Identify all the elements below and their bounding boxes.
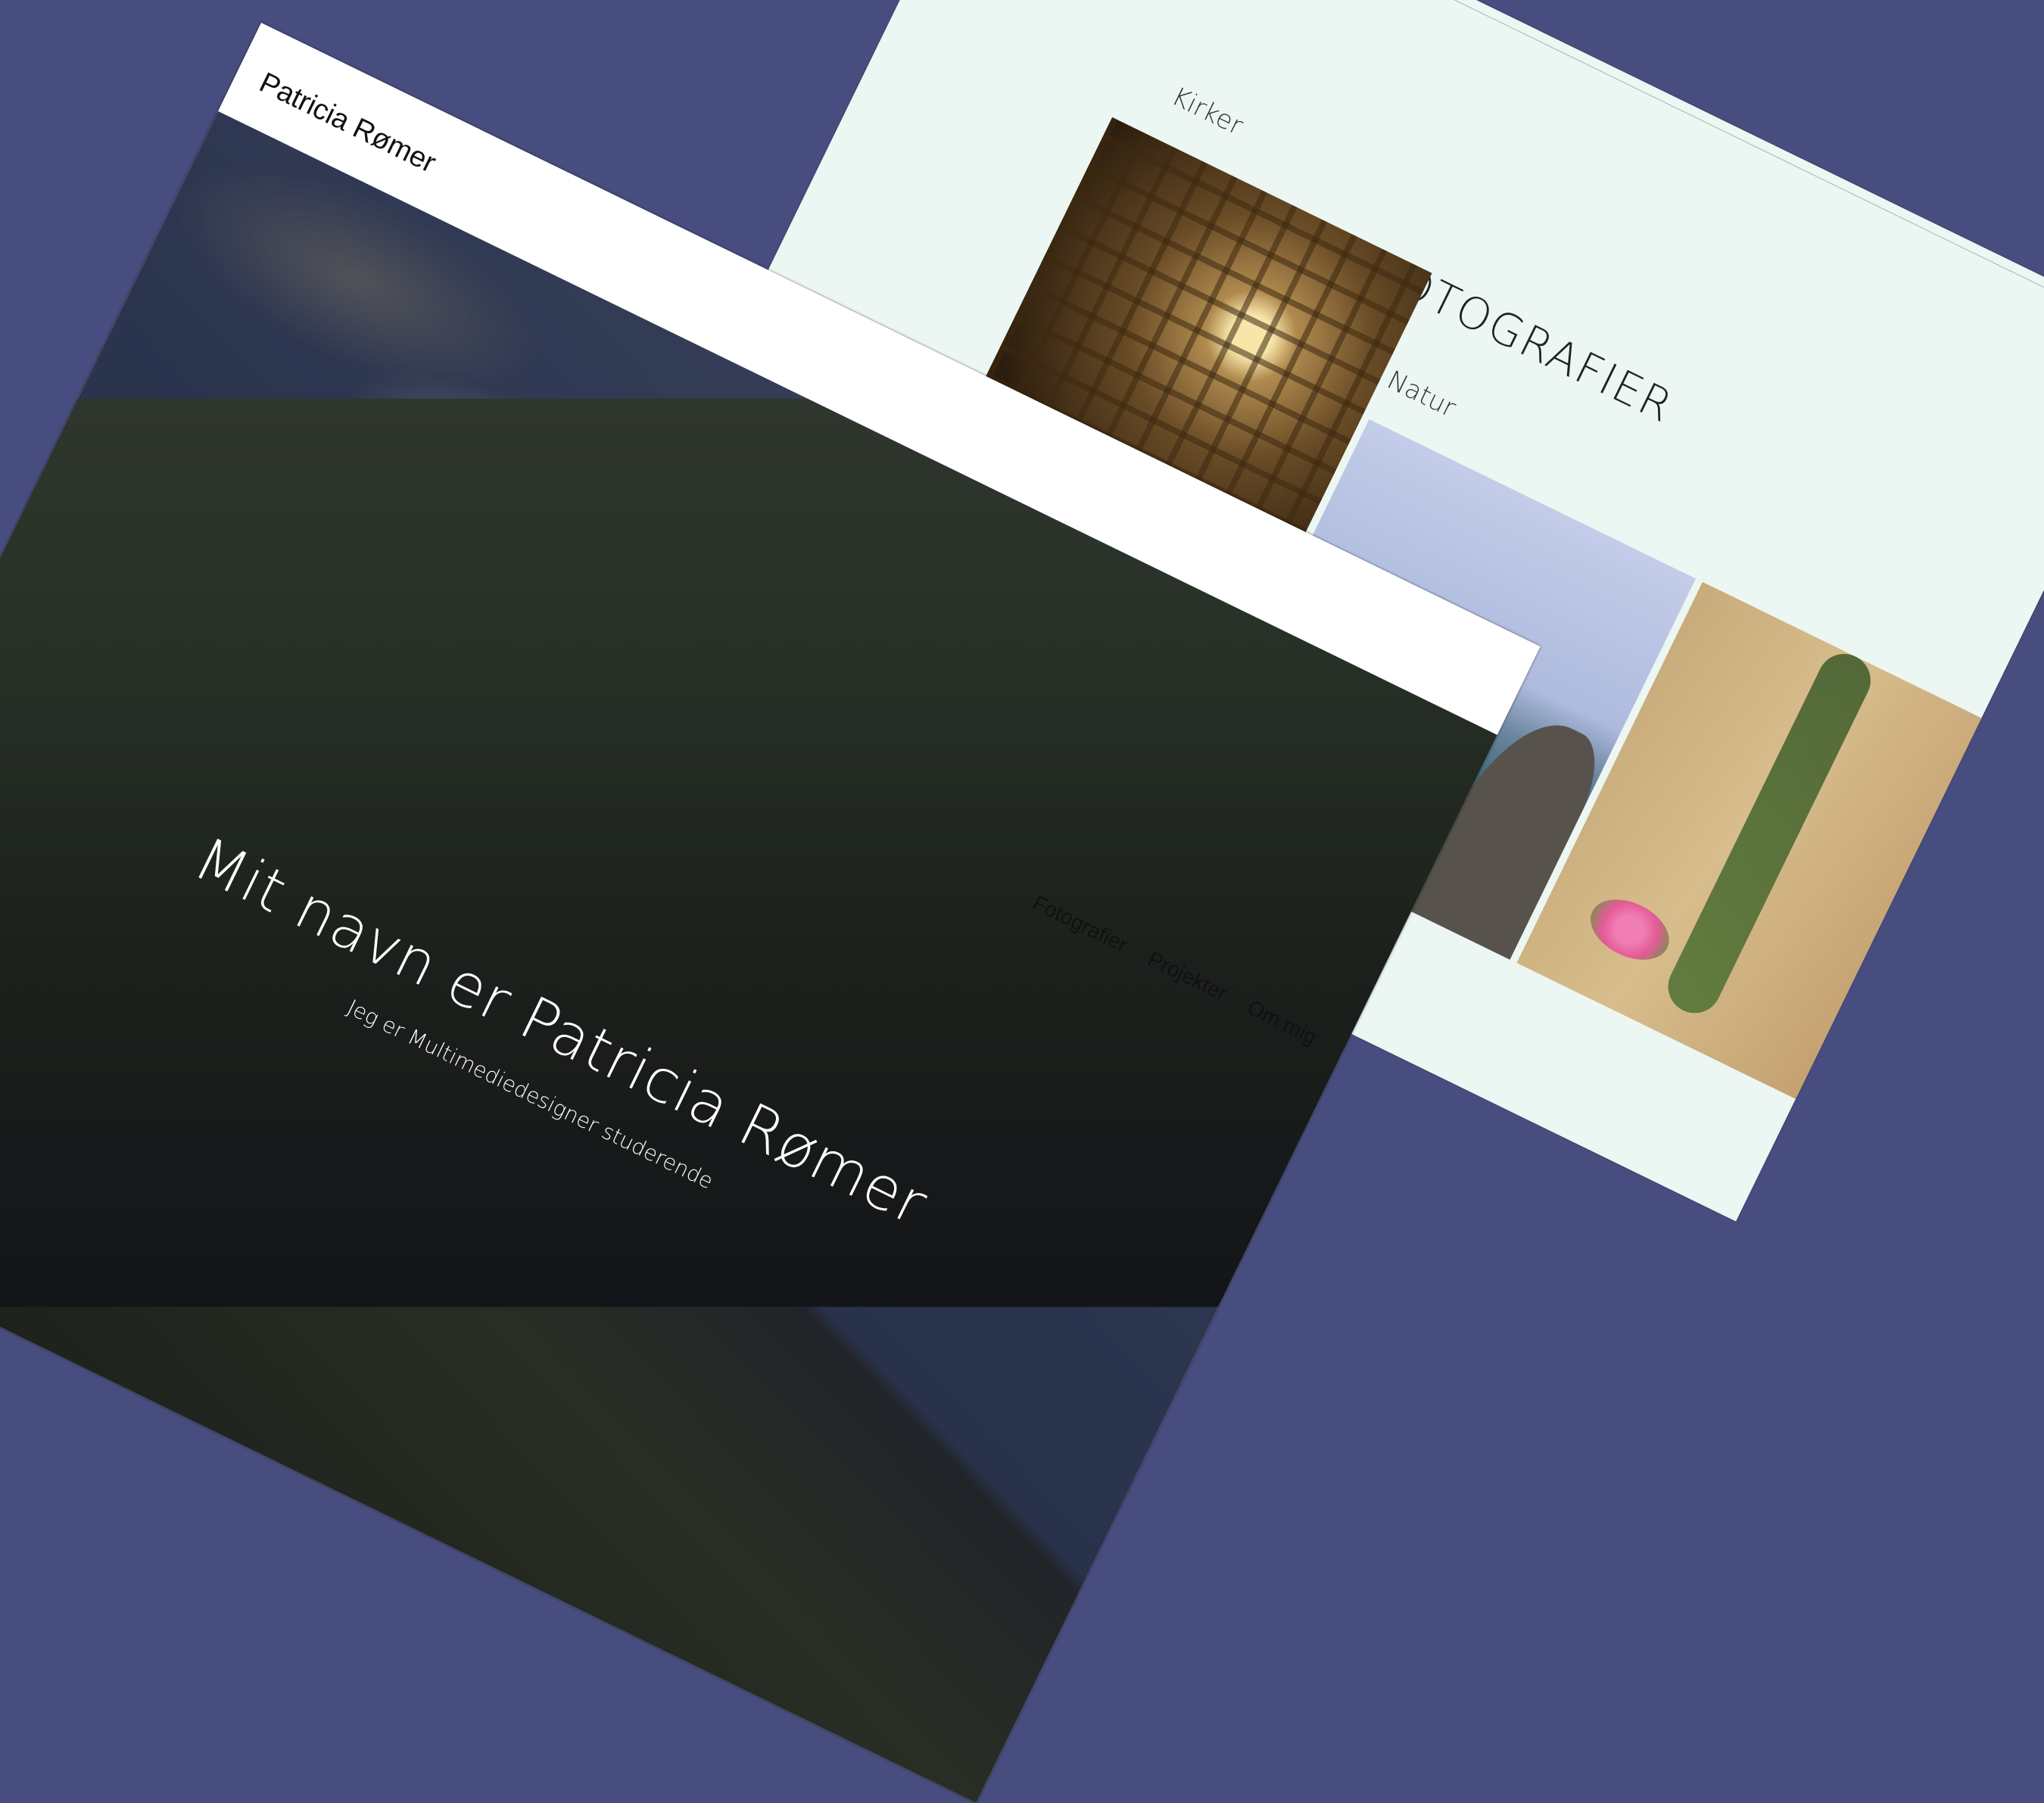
flowers-shape [1581, 887, 1679, 972]
vine-shape [1659, 645, 1880, 1023]
category-label-churches: Kirker [1167, 81, 1248, 142]
category-label-nature: Natur [1382, 365, 1461, 424]
